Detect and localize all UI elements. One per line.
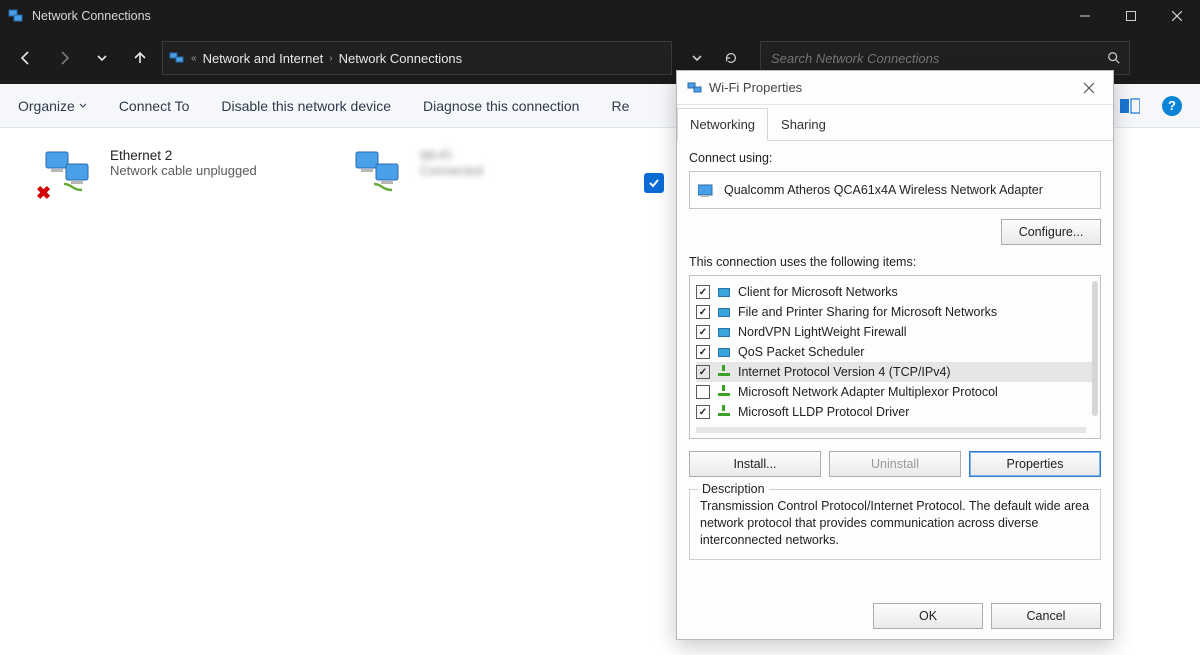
protocol-icon	[716, 385, 732, 399]
nic-icon	[698, 183, 716, 197]
protocol-label: NordVPN LightWeight Firewall	[738, 325, 907, 339]
dialog-titlebar: Wi-Fi Properties	[677, 71, 1113, 105]
organize-button[interactable]: Organize	[18, 98, 87, 114]
diagnose-button[interactable]: Diagnose this connection	[423, 98, 579, 114]
view-layout-button[interactable]	[1120, 98, 1140, 114]
protocol-checkbox[interactable]	[696, 345, 710, 359]
protocol-checkbox[interactable]	[696, 325, 710, 339]
protocol-label: Microsoft LLDP Protocol Driver	[738, 405, 909, 419]
service-icon	[716, 325, 732, 339]
close-button[interactable]	[1154, 0, 1200, 32]
adapter-name: Ethernet 2	[110, 148, 257, 163]
adapter-wifi[interactable]: Wi-Fi Connected	[352, 148, 632, 200]
protocol-checkbox[interactable]	[696, 285, 710, 299]
adapter-ethernet[interactable]: ✖ Ethernet 2 Network cable unplugged	[42, 148, 322, 200]
dialog-close-button[interactable]	[1075, 74, 1103, 102]
protocol-checkbox[interactable]	[696, 365, 710, 379]
protocol-item[interactable]: Microsoft LLDP Protocol Driver	[696, 402, 1096, 422]
forward-button[interactable]	[48, 42, 80, 74]
breadcrumb-page[interactable]: Network Connections	[339, 51, 463, 66]
chevron-down-icon	[79, 102, 87, 110]
connect-to-button[interactable]: Connect To	[119, 98, 190, 114]
window-title: Network Connections	[32, 9, 151, 23]
adapter-status: Network cable unplugged	[110, 163, 257, 178]
protocol-icon	[716, 365, 732, 379]
window-titlebar: Network Connections	[0, 0, 1200, 32]
description-group: Description Transmission Control Protoco…	[689, 489, 1101, 560]
app-icon	[8, 8, 24, 24]
address-bar[interactable]: « Network and Internet › Network Connect…	[162, 41, 672, 75]
service-icon	[716, 285, 732, 299]
search-input[interactable]	[769, 50, 1107, 67]
disable-device-button[interactable]: Disable this network device	[221, 98, 391, 114]
up-button[interactable]	[124, 42, 156, 74]
configure-button[interactable]: Configure...	[1001, 219, 1101, 245]
tab-networking[interactable]: Networking	[677, 108, 768, 141]
description-heading: Description	[698, 482, 769, 496]
service-icon	[716, 305, 732, 319]
tab-sharing[interactable]: Sharing	[768, 108, 839, 141]
uninstall-button[interactable]: Uninstall	[829, 451, 961, 477]
protocol-checkbox[interactable]	[696, 385, 710, 399]
dialog-icon	[687, 80, 703, 96]
protocol-icon	[716, 405, 732, 419]
error-x-icon: ✖	[36, 183, 51, 204]
properties-button[interactable]: Properties	[969, 451, 1101, 477]
protocol-label: Microsoft Network Adapter Multiplexor Pr…	[738, 385, 998, 399]
dialog-tabstrip: Networking Sharing	[677, 105, 1113, 141]
protocol-checkbox[interactable]	[696, 405, 710, 419]
adapter-name-value: Qualcomm Atheros QCA61x4A Wireless Netwo…	[724, 183, 1043, 197]
ok-button[interactable]: OK	[873, 603, 983, 629]
protocol-item[interactable]: NordVPN LightWeight Firewall	[696, 322, 1096, 342]
protocol-item[interactable]: Internet Protocol Version 4 (TCP/IPv4)	[696, 362, 1096, 382]
adapter-status: Connected	[420, 163, 483, 178]
vertical-scrollbar[interactable]	[1092, 281, 1098, 416]
network-adapter-icon: ✖	[42, 148, 98, 200]
search-icon	[1107, 51, 1121, 65]
address-icon	[169, 50, 185, 66]
protocol-label: QoS Packet Scheduler	[738, 345, 864, 359]
cancel-button[interactable]: Cancel	[991, 603, 1101, 629]
adapter-selected-checkbox[interactable]	[644, 173, 664, 193]
chevron-right-icon: ›	[329, 53, 332, 64]
protocol-list[interactable]: Client for Microsoft Networks File and Pr…	[689, 275, 1101, 439]
adapter-field: Qualcomm Atheros QCA61x4A Wireless Netwo…	[689, 171, 1101, 209]
recent-locations-button[interactable]	[86, 42, 118, 74]
protocol-item[interactable]: Microsoft Network Adapter Multiplexor Pr…	[696, 382, 1096, 402]
help-button[interactable]: ?	[1162, 96, 1182, 116]
adapter-name: Wi-Fi	[420, 148, 483, 163]
connect-using-label: Connect using:	[689, 151, 1101, 165]
protocol-label: File and Printer Sharing for Microsoft N…	[738, 305, 997, 319]
back-button[interactable]	[10, 42, 42, 74]
selection-highlight	[638, 128, 672, 208]
dialog-title: Wi-Fi Properties	[709, 80, 802, 95]
protocol-checkbox[interactable]	[696, 305, 710, 319]
install-button[interactable]: Install...	[689, 451, 821, 477]
protocol-item[interactable]: QoS Packet Scheduler	[696, 342, 1096, 362]
service-icon	[716, 345, 732, 359]
protocol-label: Client for Microsoft Networks	[738, 285, 898, 299]
breadcrumb-category[interactable]: Network and Internet	[203, 51, 324, 66]
address-dropdown-button[interactable]	[682, 43, 712, 73]
organize-label: Organize	[18, 98, 75, 114]
protocol-item[interactable]: Client for Microsoft Networks	[696, 282, 1096, 302]
chevron-left-icon: «	[191, 53, 197, 64]
refresh-button[interactable]	[716, 43, 746, 73]
maximize-button[interactable]	[1108, 0, 1154, 32]
minimize-button[interactable]	[1062, 0, 1108, 32]
network-adapter-icon	[352, 148, 408, 200]
protocol-item[interactable]: File and Printer Sharing for Microsoft N…	[696, 302, 1096, 322]
description-text: Transmission Control Protocol/Internet P…	[700, 498, 1090, 549]
rename-button-truncated[interactable]: Re	[611, 98, 629, 114]
wifi-properties-dialog: Wi-Fi Properties Networking Sharing Conn…	[676, 70, 1114, 640]
protocol-label: Internet Protocol Version 4 (TCP/IPv4)	[738, 365, 951, 379]
items-label: This connection uses the following items…	[689, 255, 1101, 269]
horizontal-scrollbar[interactable]	[696, 427, 1086, 433]
